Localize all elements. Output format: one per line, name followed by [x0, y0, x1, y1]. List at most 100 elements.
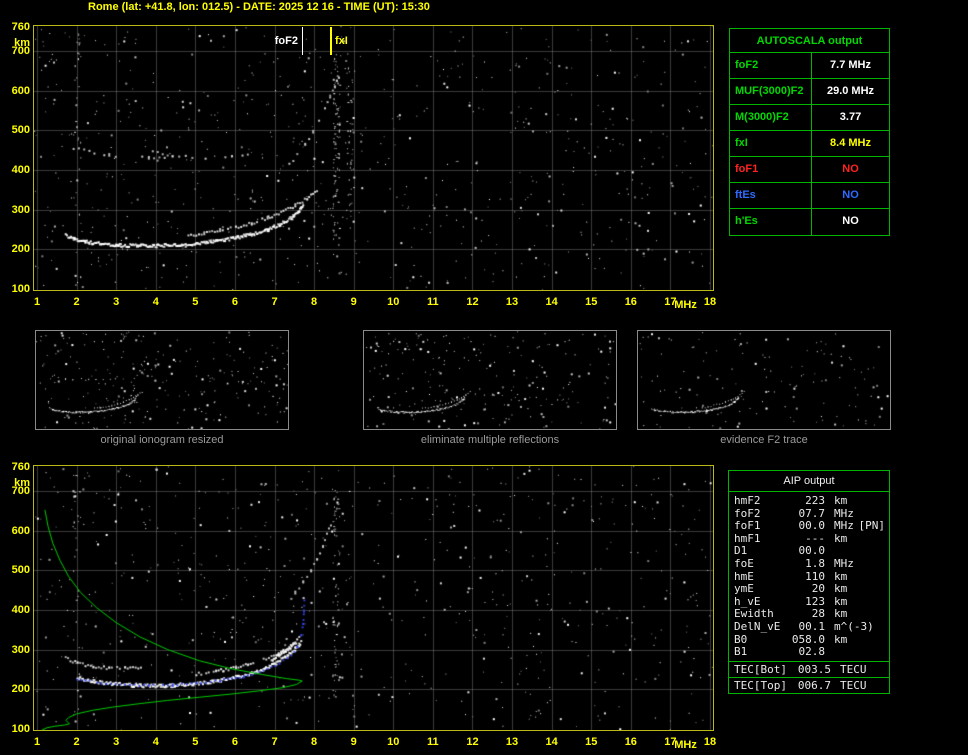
aip-table-title: AIP output — [729, 471, 889, 492]
aip-param-unit: km — [834, 494, 848, 507]
autoscala-table-title: AUTOSCALA output — [730, 29, 889, 53]
y-tick-label: 100 — [11, 283, 30, 295]
aip-tec-section: TEC[Bot] 003.5 TECU TEC[Top] 006.7 TECU — [729, 660, 889, 693]
profile-ionogram-canvas — [34, 466, 713, 730]
y-tick-label: 300 — [11, 643, 30, 656]
y-tick-label: 200 — [11, 683, 30, 696]
x-tick-label: 9 — [350, 296, 357, 308]
x-tick-label: 3 — [113, 736, 120, 748]
x-tick-label: 1 — [33, 736, 41, 748]
tec-param-name: TEC[Top] — [734, 678, 787, 692]
x-tick-label: 11 — [427, 296, 439, 308]
y-tick-label: 300 — [11, 203, 30, 216]
x-tick-label: 8 — [311, 736, 318, 748]
y-tick-label: 760 — [11, 461, 30, 473]
profile-ionogram-plot — [33, 465, 714, 731]
autoscala-row-label: foF2 — [730, 53, 812, 78]
autoscala-row-value: NO — [842, 189, 859, 201]
y-tick-label: 760 — [11, 21, 30, 33]
autoscala-row-label: h'Es — [730, 209, 812, 235]
autoscala-row-label: foF1 — [730, 157, 812, 182]
x-tick-label: 14 — [545, 736, 558, 748]
autoscala-row: ftEs NO — [730, 183, 889, 209]
tec-param-unit: TECU — [840, 678, 867, 692]
y-tick-label: 400 — [11, 163, 30, 176]
aip-param-name: foE — [734, 556, 754, 570]
x-tick-label: 6 — [231, 736, 238, 748]
x-tick-label: 7 — [271, 296, 278, 308]
x-tick-label: 2 — [73, 736, 80, 748]
aip-row: hmF2 223 km — [729, 494, 889, 508]
thumbnail-f2-evidence — [637, 330, 891, 430]
autoscala-row-label: M(3000)F2 — [730, 105, 812, 130]
aip-param-unit: MHz — [834, 519, 854, 533]
marker-label-foF2: foF2 — [274, 35, 298, 47]
y-tick-label: 500 — [11, 564, 30, 577]
x-tick-label: 14 — [545, 296, 558, 308]
x-tick-label: 13 — [505, 296, 519, 308]
aip-param-name: foF1 — [734, 519, 761, 533]
autoscala-row: MUF(3000)F2 29.0 MHz — [730, 79, 889, 105]
thumbnail-no-reflections-canvas — [364, 331, 616, 429]
aip-param-name: DelN_vE — [734, 619, 781, 633]
aip-param-value: 00.1 — [798, 619, 826, 633]
autoscala-row-value: 3.77 — [839, 111, 862, 123]
x-tick-label: 15 — [585, 296, 598, 308]
aip-param-unit: km — [834, 632, 848, 646]
autoscala-table: AUTOSCALA output foF2 7.7 MHz MUF(3000)F2 2… — [729, 28, 890, 236]
tec-param-value: 006.7 — [797, 678, 831, 692]
tec-param-unit: TECU — [840, 662, 867, 676]
x-tick-label: 2 — [73, 296, 80, 308]
aip-body: hmF2 223 km foF2 07.7 MHz foF1 00.0 MHz [PN] hmF1-… — [729, 492, 889, 661]
thumbnail-caption-original: original ionogram resized — [100, 434, 224, 446]
x-tick-label: 5 — [192, 296, 199, 308]
x-tick-label: 3 — [113, 296, 120, 308]
autoscala-screen: Rome (lat: +41.8, lon: 012.5) - DATE: 20… — [0, 0, 968, 755]
y-tick-label: 500 — [11, 124, 30, 137]
aip-param-name: B1 — [734, 645, 748, 659]
aip-param-name: hmF2 — [734, 494, 761, 507]
aip-row: foF1 00.0 MHz [PN] — [729, 520, 889, 533]
x-tick-label: 6 — [231, 296, 238, 308]
y-axis-unit-label: km — [14, 477, 30, 489]
autoscala-row-value: 7.7 MHz — [830, 59, 871, 71]
aip-param-note: [PN] — [858, 519, 886, 533]
autoscala-row-value: NO — [842, 163, 859, 175]
autoscala-row-value: 29.0 MHz — [826, 85, 875, 97]
aip-param-value: 00.0 — [798, 519, 826, 533]
x-tick-label: 12 — [466, 736, 479, 748]
aip-param-name: ymE — [734, 582, 754, 596]
scaled-ionogram-canvas — [34, 26, 713, 290]
aip-param-value: 02.8 — [798, 645, 826, 659]
x-tick-label: 4 — [152, 736, 159, 748]
aip-row: foE 1.8 MHz — [729, 556, 889, 571]
autoscala-row: M(3000)F2 3.77 — [730, 105, 889, 131]
autoscala-row: fxI 8.4 MHz — [730, 131, 889, 157]
aip-row: DelN_vE 00.1 m^(-3) — [729, 619, 889, 634]
x-tick-label: 10 — [387, 296, 400, 308]
x-tick-label: 9 — [350, 736, 357, 748]
x-tick-label: 5 — [192, 736, 199, 748]
aip-param-value: 1.8 — [805, 556, 825, 570]
tec-param-name: TEC[Bot] — [734, 662, 787, 676]
x-tick-label: 16 — [624, 736, 637, 748]
aip-table: AIP output hmF2 223 km foF2 07.7 MHz foF1 00.0 M… — [728, 470, 890, 694]
y-tick-label: 400 — [11, 603, 30, 616]
autoscala-row-label: MUF(3000)F2 — [730, 79, 812, 104]
aip-row: B1 02.8 — [729, 646, 889, 659]
y-tick-label: 600 — [11, 524, 30, 537]
marker-line-foF2 — [302, 27, 303, 55]
scaled-ionogram-plot: foF2 fxI — [33, 25, 714, 291]
autoscala-row-value: NO — [842, 215, 859, 227]
x-tick-label: 16 — [624, 296, 637, 308]
thumbnail-original-canvas — [36, 331, 288, 429]
x-tick-label: 4 — [152, 296, 159, 308]
aip-tec-row: TEC[Top] 006.7 TECU — [729, 676, 889, 693]
aip-param-unit: km — [834, 531, 848, 545]
x-axis-unit-label: MHz — [674, 299, 697, 311]
station-date-time-header: Rome (lat: +41.8, lon: 012.5) - DATE: 20… — [88, 1, 430, 13]
y-axis-unit-label: km — [14, 37, 30, 49]
thumbnail-caption-f2-evidence: evidence F2 trace — [720, 434, 808, 446]
thumbnail-f2-evidence-canvas — [638, 331, 890, 429]
x-tick-label: 7 — [271, 736, 278, 748]
